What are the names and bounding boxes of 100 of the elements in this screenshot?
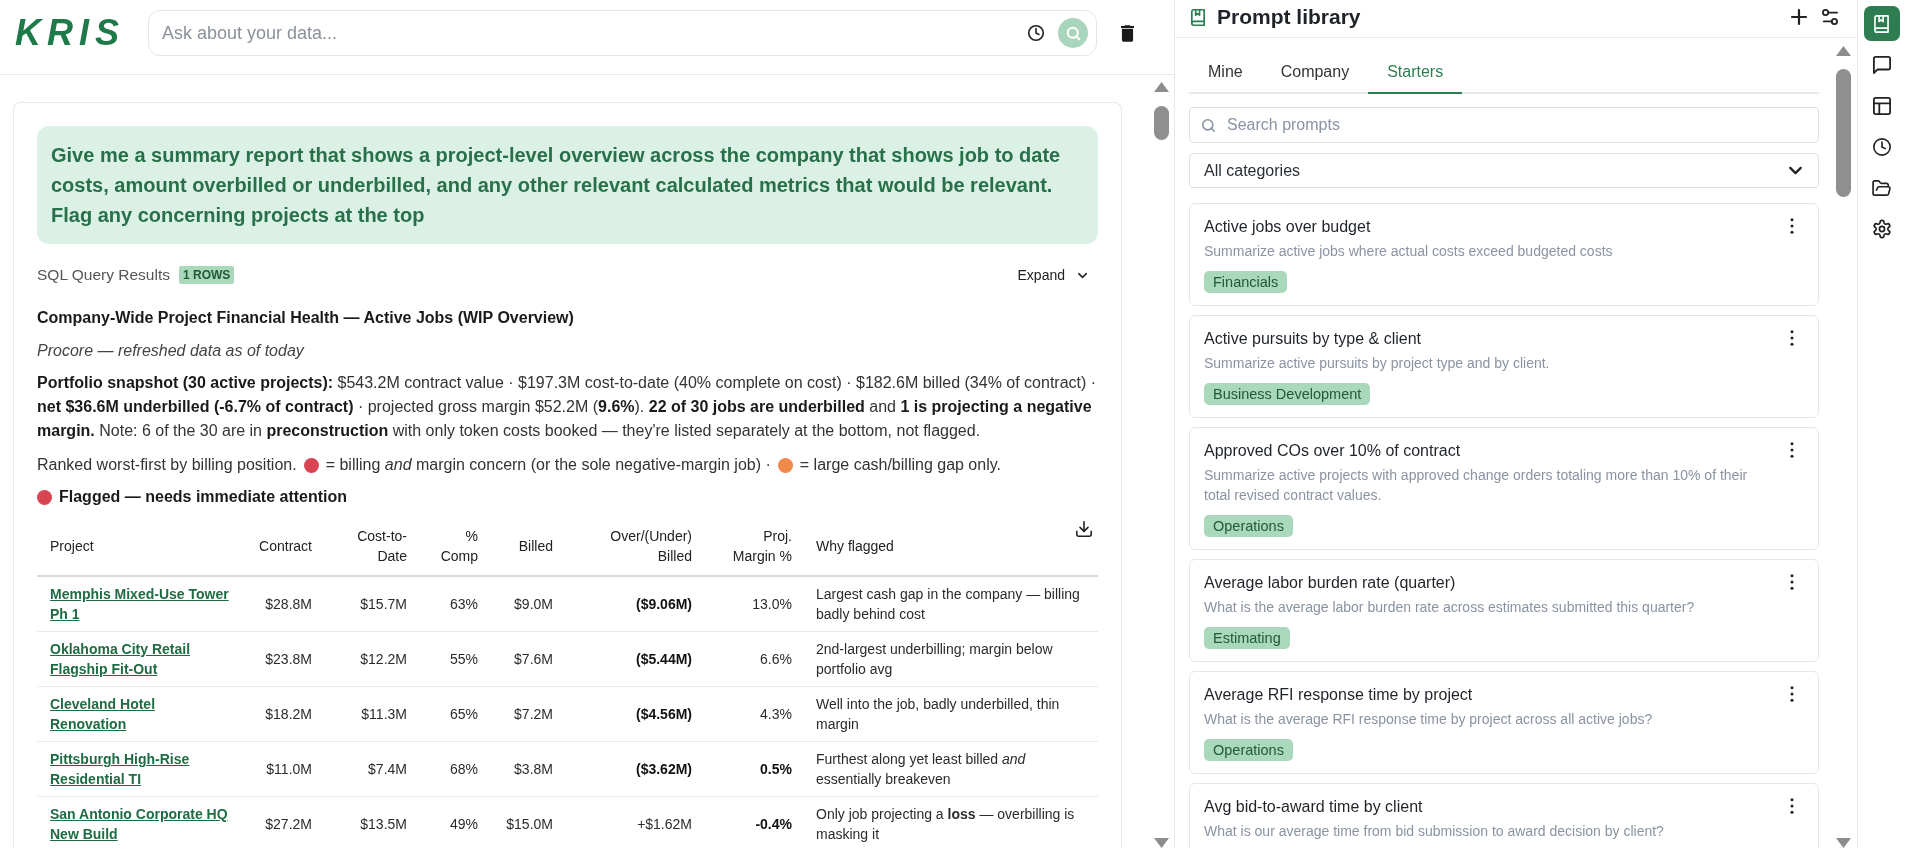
table-cell: 13.0% — [704, 576, 804, 632]
table-cell: $11.3M — [324, 686, 419, 742]
table-cell: 63% — [419, 576, 490, 632]
message-icon[interactable] — [1872, 55, 1891, 74]
search-input[interactable]: Ask about your data... — [162, 22, 1014, 44]
kebab-menu-icon[interactable] — [1790, 798, 1794, 814]
scroll-up-icon[interactable] — [1835, 46, 1851, 56]
project-link[interactable]: Pittsburgh High-Rise Residential TI — [50, 749, 232, 789]
table-cell: $3.8M — [490, 741, 565, 797]
column-header: Proj. Margin % — [731, 527, 792, 566]
kebab-menu-icon[interactable] — [1790, 330, 1794, 346]
table-cell: Well into the job, badly underbilled, thin margin — [804, 686, 1098, 742]
scroll-down-icon[interactable] — [1154, 838, 1169, 848]
category-tag: Operations — [1204, 739, 1293, 761]
table-cell: +$1.62M — [565, 796, 704, 848]
panel-title: Prompt library — [1217, 4, 1361, 30]
legend-text: = billing and margin concern (or the sole negative-margin job) · — [325, 455, 771, 475]
legend-text: Ranked worst-first by billing position. — [37, 455, 297, 475]
table-cell: Furthest along yet least billed and essentially breakeven — [804, 741, 1098, 797]
table-cell: $7.4M — [324, 741, 419, 797]
project-link[interactable]: Oklahoma City Retail Flagship Fit-Out — [50, 639, 232, 679]
table-cell: $27.2M — [244, 796, 324, 848]
table-cell: $23.8M — [244, 631, 324, 687]
kebab-menu-icon[interactable] — [1790, 218, 1794, 234]
clock-icon[interactable] — [1028, 25, 1044, 41]
column-header: Project — [50, 537, 94, 556]
chevron-down-icon — [1789, 167, 1802, 174]
prompt-card[interactable]: Active pursuits by type & client Summarize active pursuits by project type and by client. Business Development — [1189, 315, 1819, 418]
table-cell: 2nd-largest underbilling; margin below portfolio avg — [804, 631, 1098, 687]
category-tag: Operations — [1204, 515, 1293, 537]
table-cell: Largest cash gap in the company — billing badly behind cost — [804, 576, 1098, 632]
kebab-menu-icon[interactable] — [1790, 686, 1794, 702]
table-cell: 49% — [419, 796, 490, 848]
row-count-badge: 1 ROWS — [178, 266, 235, 284]
scrollbar-thumb[interactable] — [1154, 106, 1169, 140]
table-cell: $28.8M — [244, 576, 324, 632]
settings-icon[interactable] — [1872, 219, 1891, 238]
table-cell: ($3.62M) — [565, 741, 704, 797]
column-header: Cost-to-Date — [356, 527, 407, 566]
prompt-card[interactable]: Approved COs over 10% of contract Summarize active projects with approved change orders totaling more than 10% of their total revised contract values. Operations — [1189, 427, 1819, 550]
chevron-down-icon — [1078, 272, 1087, 278]
table-cell: $15.7M — [324, 576, 419, 632]
table-cell: ($9.06M) — [565, 576, 704, 632]
table-cell: ($5.44M) — [565, 631, 704, 687]
table-cell: $11.0M — [244, 741, 324, 797]
table-cell: 0.5% — [704, 741, 804, 797]
table-cell: ($4.56M) — [565, 686, 704, 742]
prompt-title: Average RFI response time by project — [1204, 685, 1473, 705]
column-header: Contract — [259, 537, 312, 556]
source-note: Procore — refreshed data as of today — [37, 341, 306, 361]
prompt-title: Active pursuits by type & client — [1204, 329, 1421, 349]
scroll-up-icon[interactable] — [1154, 82, 1169, 92]
download-icon[interactable] — [1076, 521, 1092, 537]
prompt-card[interactable]: Average labor burden rate (quarter) What is the average labor burden rate across estimates submitted this quarter? Estimating — [1189, 559, 1819, 662]
tab[interactable]: Mine — [1189, 50, 1262, 94]
table-cell: $13.5M — [324, 796, 419, 848]
project-link[interactable]: Memphis Mixed-Use Tower Ph 1 — [50, 584, 232, 624]
table-cell: $7.2M — [490, 686, 565, 742]
prompt-description: What is the average RFI response time by project across all active jobs? — [1204, 710, 1653, 729]
folder-icon[interactable] — [1872, 179, 1891, 196]
column-header: Over/(Under) Billed — [609, 527, 692, 566]
table-cell: 6.6% — [704, 631, 804, 687]
tab[interactable]: Starters — [1368, 50, 1463, 94]
column-header: Billed — [518, 537, 553, 556]
clock-icon[interactable] — [1872, 137, 1891, 156]
scroll-down-icon[interactable] — [1835, 838, 1851, 848]
search-bar[interactable]: Ask about your data... — [148, 10, 1097, 56]
section-heading: Flagged — needs immediate attention — [59, 487, 348, 507]
logo[interactable]: KRIS — [15, 15, 130, 51]
prompt-card[interactable]: Avg bid-to-award time by client What is our average time from bid submission to award decision by client? — [1189, 783, 1819, 848]
search-input[interactable]: Search prompts — [1227, 116, 1806, 134]
prompt-description: What is the average labor burden rate across estimates submitted this quarter? — [1204, 598, 1695, 617]
search-icon — [1066, 26, 1080, 40]
tab[interactable]: Company — [1261, 50, 1369, 94]
scrollbar-thumb[interactable] — [1835, 69, 1851, 197]
column-header: % Comp — [439, 527, 478, 566]
prompt-description: Summarize active projects with approved change orders totaling more than 10% of their total revised contract values. — [1204, 466, 1749, 505]
book-icon[interactable] — [1863, 6, 1900, 41]
column-header: Why flagged — [816, 537, 894, 556]
table-cell: $12.2M — [324, 631, 419, 687]
search-bar[interactable]: Search prompts — [1189, 107, 1819, 143]
kebab-menu-icon[interactable] — [1790, 442, 1794, 458]
prompt-description: Summarize active jobs where actual costs exceed budgeted costs — [1204, 242, 1613, 261]
prompt-card[interactable]: Active jobs over budget Summarize active jobs where actual costs exceed budgeted costs Financials — [1189, 203, 1819, 306]
kebab-menu-icon[interactable] — [1790, 574, 1794, 590]
trash-icon[interactable] — [1121, 24, 1134, 42]
expand-button[interactable]: Expand — [1017, 265, 1087, 285]
project-link[interactable]: San Antonio Corporate HQ New Build — [50, 804, 232, 844]
project-link[interactable]: Cleveland Hotel Renovation — [50, 694, 232, 734]
prompt-card[interactable]: Average RFI response time by project What is the average RFI response time by project across all active jobs? Operations — [1189, 671, 1819, 774]
table-cell: -0.4% — [704, 796, 804, 848]
prompt-title: Avg bid-to-award time by client — [1204, 797, 1423, 817]
table-icon[interactable] — [1872, 96, 1891, 115]
prompt-title: Average labor burden rate (quarter) — [1204, 573, 1456, 593]
category-dropdown[interactable]: All categories — [1189, 153, 1819, 188]
legend-text: = large cash/billing gap only. — [799, 455, 1001, 475]
sliders-icon[interactable] — [1822, 9, 1838, 25]
table-cell: $18.2M — [244, 686, 324, 742]
table-cell: $9.0M — [490, 576, 565, 632]
plus-icon[interactable] — [1791, 9, 1807, 25]
